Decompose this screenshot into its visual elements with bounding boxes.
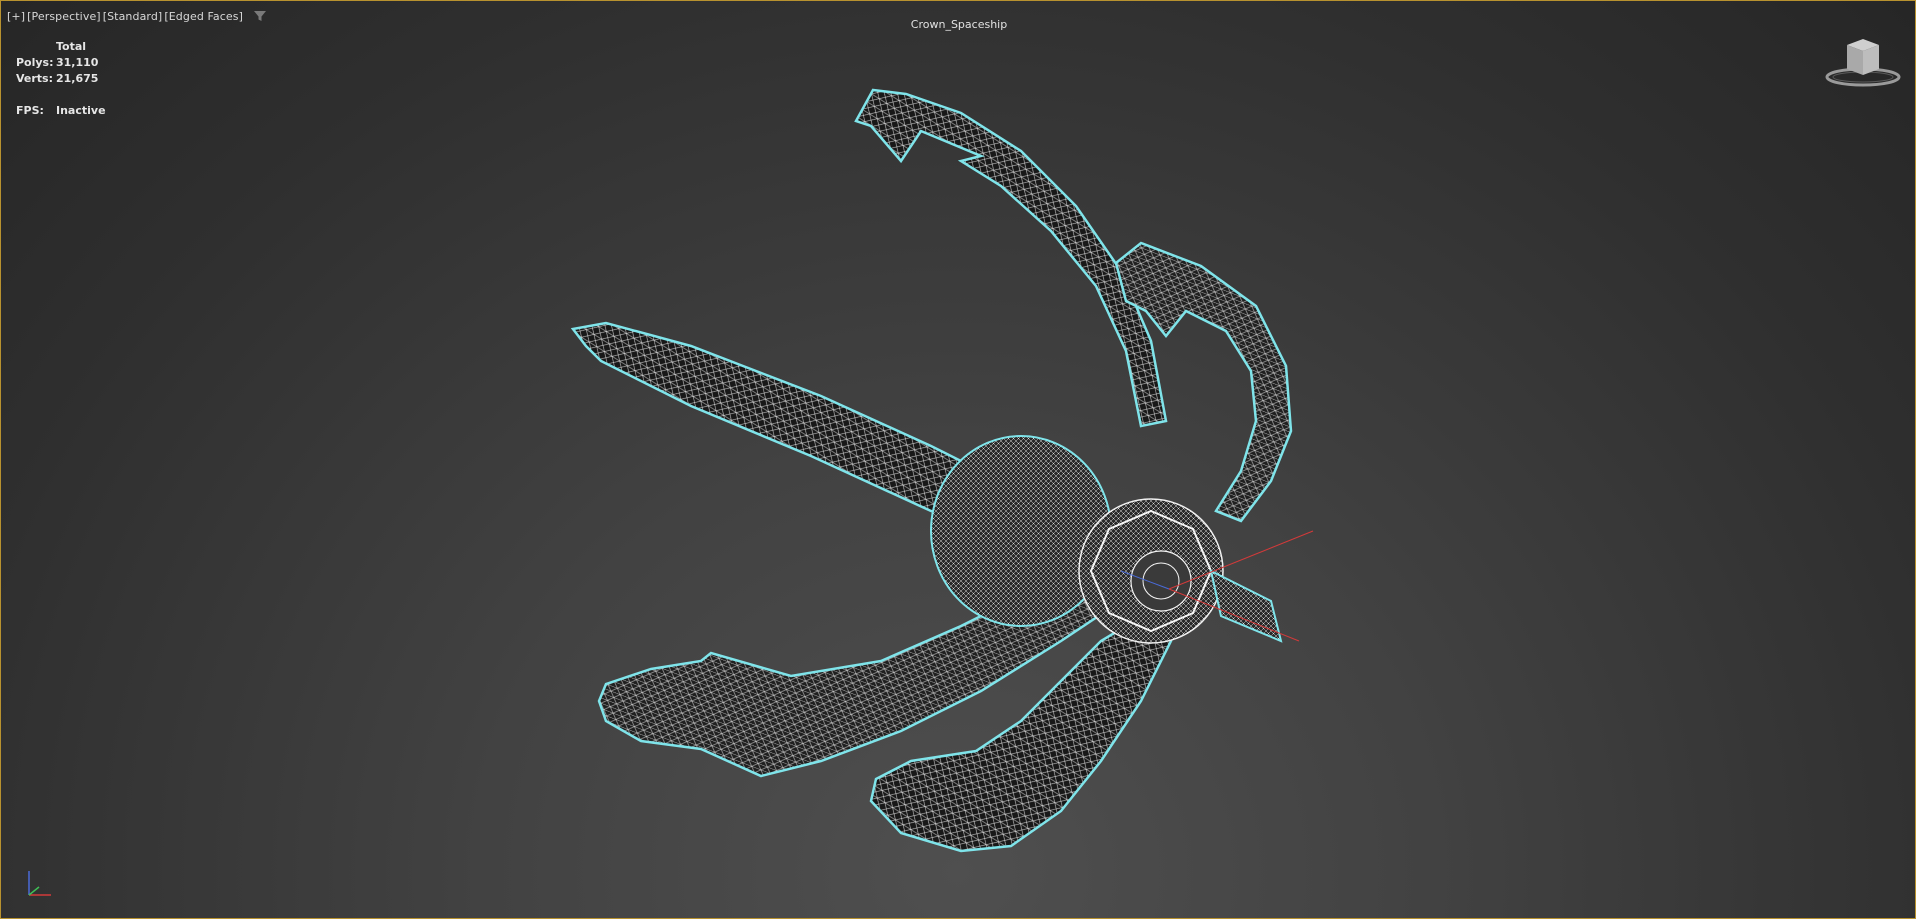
viewport[interactable]: [+] [Perspective] [Standard] [Edged Face… — [0, 0, 1916, 919]
axis-tripod-icon — [28, 871, 51, 896]
blade-upper — [854, 88, 1168, 428]
spaceship-wireframe-model[interactable] — [1, 1, 1916, 919]
